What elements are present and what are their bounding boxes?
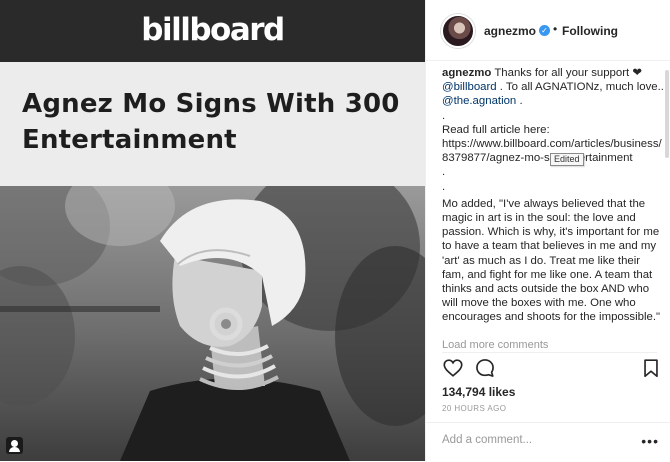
bookmark-icon xyxy=(644,359,658,378)
tagged-people-button[interactable] xyxy=(6,437,23,454)
caption-scrollbar[interactable] xyxy=(665,70,669,158)
portrait-photo xyxy=(0,186,425,461)
article-headline: Agnez Mo Signs With 300 Entertainment xyxy=(22,89,400,155)
post-sidebar: agnezmo ✓ • Following agnezmo Thanks for… xyxy=(425,0,670,461)
post-header: agnezmo ✓ • Following xyxy=(426,0,670,61)
separator-dot: • xyxy=(553,22,558,36)
caption-read-label: Read full article here: xyxy=(442,123,550,136)
verified-check-icon: ✓ xyxy=(539,25,550,36)
post-caption: agnezmo Thanks for all your support ❤ @b… xyxy=(442,66,664,348)
caption-line-3: @the.agnation . xyxy=(442,94,664,108)
billboard-logo: billboard xyxy=(141,12,285,48)
divider xyxy=(442,352,657,353)
comment-input[interactable] xyxy=(442,434,637,446)
caption-separator-2: . xyxy=(442,166,446,179)
like-button[interactable] xyxy=(442,357,466,381)
post-timestamp[interactable]: 20 HOURS AGO xyxy=(442,404,506,413)
caption-author[interactable]: agnezmo xyxy=(442,67,491,79)
billboard-header: billboard xyxy=(0,0,425,62)
avatar[interactable] xyxy=(441,14,475,48)
caption-line-2: @billboard . To all AGNATIONz, much love… xyxy=(442,80,664,94)
caption-line-1: agnezmo Thanks for all your support ❤ xyxy=(442,66,664,80)
edited-tooltip: Edited xyxy=(550,153,584,166)
save-button[interactable] xyxy=(640,357,664,381)
caption-separator-3: . xyxy=(442,180,446,193)
header-username[interactable]: agnezmo xyxy=(484,24,536,38)
portrait-illustration xyxy=(0,186,425,461)
comment-bar: ••• xyxy=(426,422,670,462)
following-button[interactable]: Following xyxy=(562,24,618,38)
load-more-comments-button[interactable]: Load more comments xyxy=(442,339,548,351)
caption-separator-1: . xyxy=(442,109,446,122)
mention-billboard[interactable]: @billboard xyxy=(442,81,497,93)
instagram-post-view: billboard Agnez Mo Signs With 300 Entert… xyxy=(0,0,670,461)
like-count[interactable]: 134,794 likes xyxy=(442,385,515,399)
more-options-button[interactable]: ••• xyxy=(641,433,659,449)
headline-area: Agnez Mo Signs With 300 Entertainment xyxy=(0,62,425,186)
caption-text-1: Thanks for all your support ❤ xyxy=(491,67,642,79)
caption-text-3: . xyxy=(516,95,523,108)
post-image[interactable]: billboard Agnez Mo Signs With 300 Entert… xyxy=(0,0,425,461)
heart-icon xyxy=(443,359,463,377)
caption-text-2: . To all AGNATIONz, much love.. xyxy=(496,81,664,94)
comment-bubble-icon xyxy=(476,359,494,377)
post-actions xyxy=(442,356,662,382)
caption-quote: Mo added, "I've always believed that the… xyxy=(442,197,661,324)
mention-the-agnation[interactable]: @the.agnation xyxy=(442,95,516,107)
comment-button[interactable] xyxy=(474,357,498,381)
